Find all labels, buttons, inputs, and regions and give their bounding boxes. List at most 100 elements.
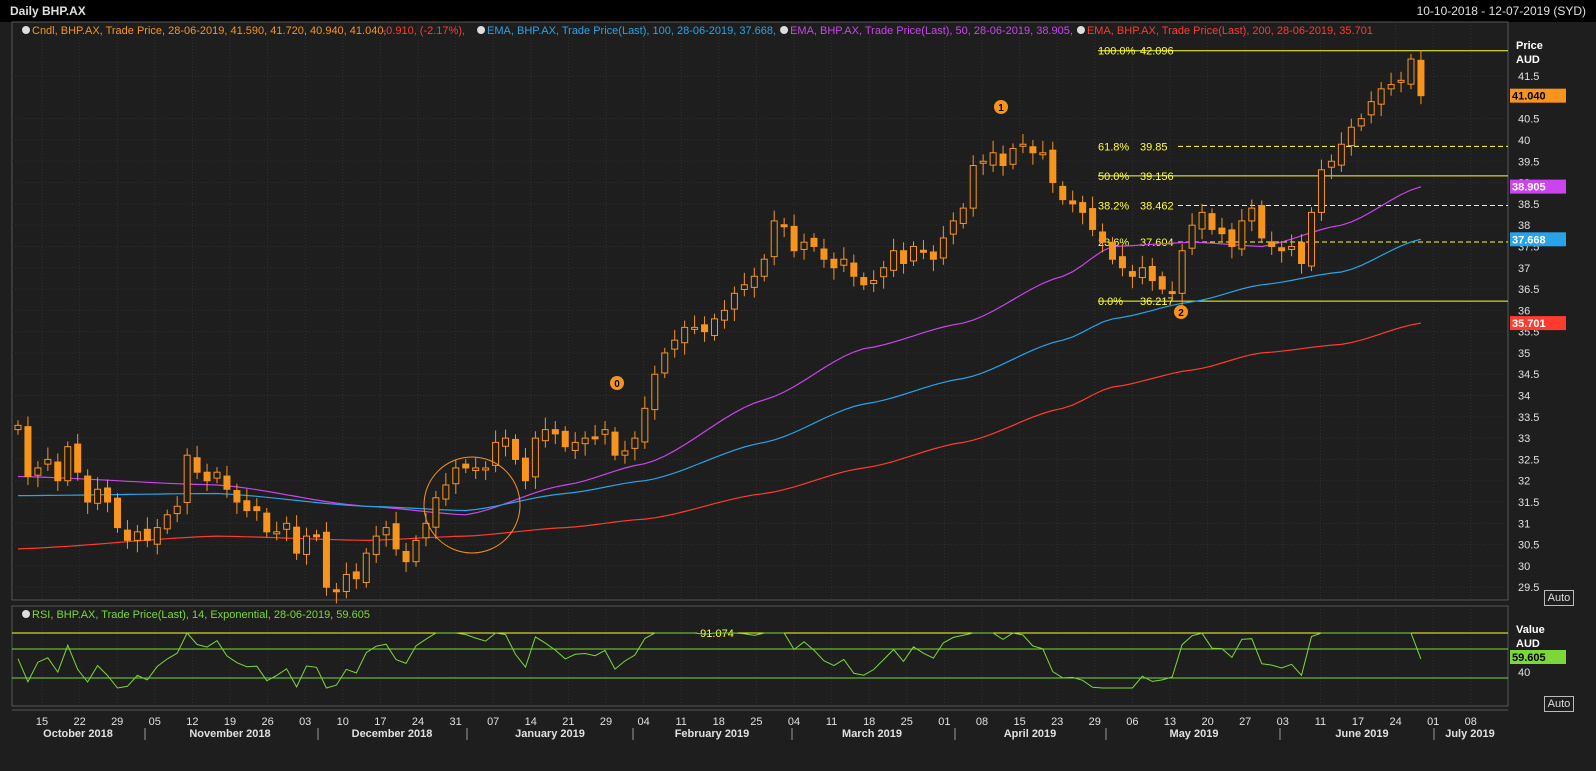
candle-bear <box>521 457 529 482</box>
candle-bear <box>551 429 559 435</box>
rsi-legend-icon <box>22 610 30 618</box>
day-tick-label: 27 <box>1239 716 1251 728</box>
day-tick-label: 26 <box>261 716 273 728</box>
candle-bull <box>750 275 758 288</box>
month-label: November 2018 <box>189 728 270 740</box>
day-tick-label: 23 <box>1051 716 1063 728</box>
candle-bear <box>74 443 82 473</box>
candle-bull <box>153 527 161 545</box>
price-axis-header: Price <box>1516 40 1543 52</box>
candle-bull <box>273 531 281 535</box>
day-tick-label: 15 <box>1013 716 1025 728</box>
candle-bull <box>502 437 510 447</box>
rsi-auto-button[interactable]: Auto <box>1544 696 1574 712</box>
candle-bear <box>203 471 211 482</box>
candle-bear <box>114 497 121 529</box>
candle-bull <box>581 437 589 445</box>
rsi-axis-header: Value <box>1516 624 1545 636</box>
price-tick-label: 30 <box>1518 561 1530 573</box>
candle-bear <box>929 251 937 260</box>
candle-bear <box>193 457 201 473</box>
price-auto-button[interactable]: Auto <box>1544 590 1574 606</box>
candle-bear <box>1079 202 1087 213</box>
price-tick-label: 34 <box>1518 391 1530 403</box>
candle-bull <box>1317 169 1325 213</box>
candle-bear <box>561 430 569 448</box>
day-tick-label: 07 <box>487 716 499 728</box>
candle-bear <box>243 500 251 512</box>
candle-bull <box>442 484 450 500</box>
day-tick-label: 06 <box>1126 716 1138 728</box>
candle-bear <box>701 324 709 333</box>
candle-bull <box>213 471 221 479</box>
candle-bear <box>104 487 112 503</box>
candle-bear <box>999 153 1007 167</box>
day-tick-label: 05 <box>149 716 161 728</box>
price-tick-label: 29.5 <box>1518 582 1539 594</box>
candle-bull <box>1248 207 1256 222</box>
day-tick-label: 29 <box>111 716 123 728</box>
candle-bull <box>661 352 669 374</box>
candle-bear <box>1278 247 1286 252</box>
month-label: October 2018 <box>43 728 113 740</box>
price-tick-label: 31.5 <box>1518 497 1539 509</box>
month-label: June 2019 <box>1335 728 1388 740</box>
candle-bull <box>760 258 768 277</box>
price-tick-label: 36 <box>1518 305 1530 317</box>
day-tick-label: 21 <box>562 716 574 728</box>
candle-bear <box>263 512 271 533</box>
candle-bull <box>641 407 649 443</box>
candle-bull <box>173 505 181 515</box>
month-label: March 2019 <box>842 728 902 740</box>
candle-bear <box>830 258 838 269</box>
candle-bull <box>372 535 380 555</box>
candle-bear <box>1069 200 1077 205</box>
candle-bear <box>1208 213 1216 230</box>
candle-bear <box>24 426 32 477</box>
day-tick-label: 08 <box>976 716 988 728</box>
candle-bull <box>94 488 102 504</box>
price-tick-label: 40.5 <box>1518 114 1539 126</box>
fibonacci-percent: 100.0% <box>1098 46 1136 58</box>
candle-bear <box>591 436 599 440</box>
candle-bear <box>512 438 519 460</box>
marker-label-2: 2 <box>1178 308 1184 319</box>
candle-bull <box>800 241 808 250</box>
candle-bull <box>1198 211 1206 230</box>
day-tick-label: 11 <box>675 716 686 728</box>
legend-ema100: EMA, BHP.AX, Trade Price(Last), 100, 28-… <box>487 25 776 37</box>
candle-bear <box>392 523 400 550</box>
price-chart-canvas[interactable]: 29.53030.53131.53232.53333.53434.53535.5… <box>0 0 1596 771</box>
candle-bull <box>1288 245 1296 250</box>
candle-bear <box>1049 149 1057 184</box>
candle-bull <box>1188 224 1196 249</box>
day-tick-label: 04 <box>788 716 800 728</box>
candle-bull <box>44 458 52 465</box>
candle-bear <box>1298 242 1306 264</box>
candle-bull <box>1238 220 1246 250</box>
candle-bull <box>840 258 848 266</box>
ema200-badge-text: 35.701 <box>1512 318 1546 330</box>
fibonacci-percent: 0.0% <box>1098 296 1123 308</box>
candle-bear <box>1089 208 1097 230</box>
legend-candle-change: -0.910, (-2.17%), <box>383 25 466 37</box>
price-tick-label: 32.5 <box>1518 454 1539 466</box>
candle-bull <box>472 467 480 472</box>
candle-bear <box>810 237 818 247</box>
candle-bear <box>900 250 908 264</box>
candle-bull <box>880 267 888 278</box>
day-tick-label: 24 <box>1389 716 1401 728</box>
fibonacci-percent: 61.8% <box>1098 141 1129 153</box>
candle-bull <box>1009 147 1017 165</box>
candle-bull <box>362 552 370 584</box>
candle-bull <box>34 467 42 476</box>
day-tick-label: 18 <box>713 716 725 728</box>
day-tick-label: 19 <box>224 716 236 728</box>
day-tick-label: 04 <box>637 716 649 728</box>
price-axis-currency: AUD <box>1516 54 1540 66</box>
price-tick-label: 41.5 <box>1518 71 1539 83</box>
ema100-badge-text: 37.668 <box>1512 234 1546 246</box>
candle-bear <box>402 550 410 563</box>
price-tick-label: 30.5 <box>1518 540 1539 552</box>
candle-bull <box>711 318 718 336</box>
